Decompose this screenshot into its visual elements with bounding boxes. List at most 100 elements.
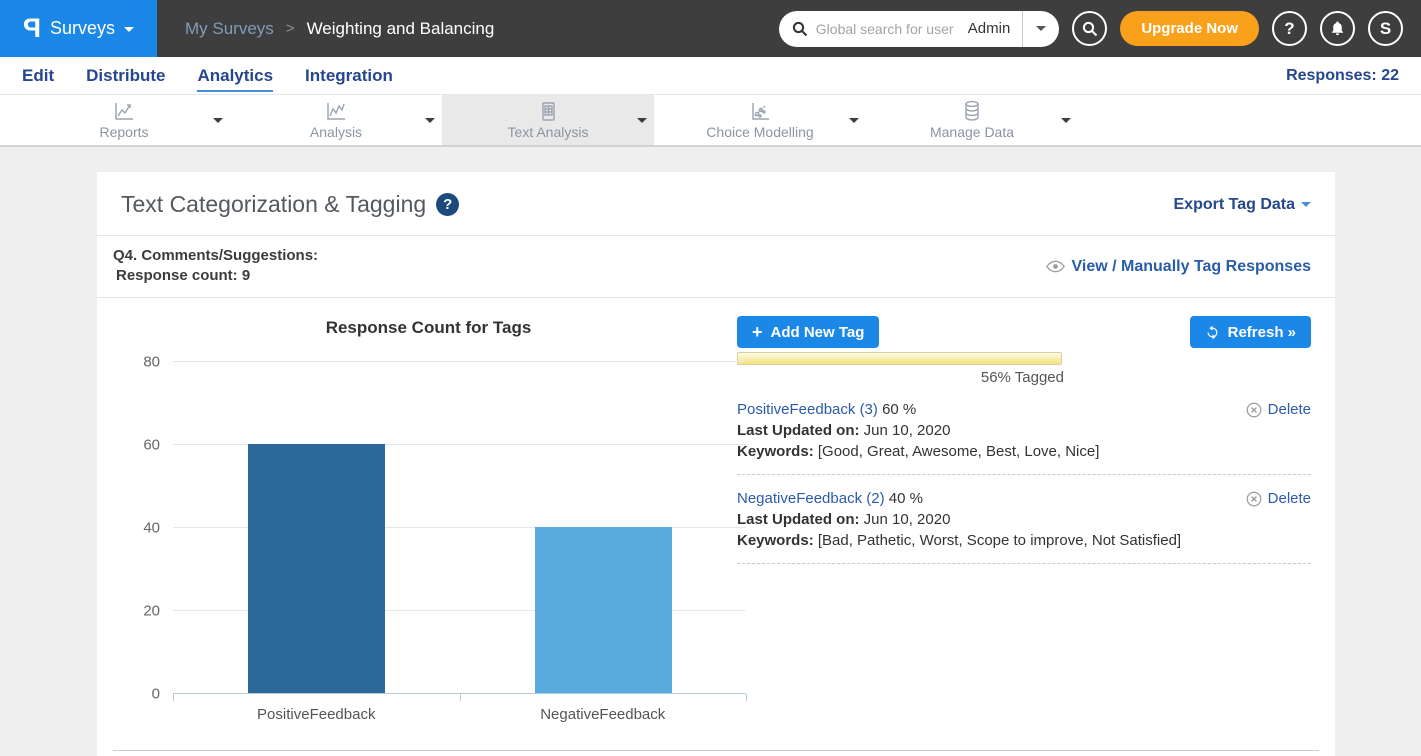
- keywords-value: [Good, Great, Awesome, Best, Love, Nice]: [818, 443, 1100, 460]
- divider: [113, 750, 1319, 751]
- search-icon: [792, 21, 808, 37]
- y-axis-tick-label: 20: [143, 603, 173, 620]
- tab-text-analysis[interactable]: Text Analysis: [442, 95, 654, 145]
- chevron-down-icon: [1036, 26, 1046, 36]
- x-axis-category-label: NegativeFeedback: [460, 706, 747, 723]
- refresh-icon: [1205, 325, 1220, 340]
- breadcrumb-parent[interactable]: My Surveys: [185, 19, 274, 39]
- breadcrumb-current: Weighting and Balancing: [307, 19, 495, 39]
- delete-label: Delete: [1268, 399, 1311, 420]
- export-tag-data-dropdown[interactable]: Export Tag Data: [1174, 196, 1312, 214]
- reports-chart-icon: [112, 101, 136, 122]
- user-avatar[interactable]: S: [1368, 11, 1403, 46]
- refresh-label: Refresh »: [1228, 324, 1296, 341]
- chart-title: Response Count for Tags: [120, 318, 737, 338]
- tab-analysis[interactable]: Analysis: [230, 95, 442, 145]
- delete-label: Delete: [1268, 488, 1311, 509]
- tab-label: Reports: [99, 124, 148, 140]
- keywords-value: [Bad, Pathetic, Worst, Scope to improve,…: [818, 532, 1181, 549]
- bell-icon: [1329, 20, 1346, 37]
- y-axis-tick-label: 0: [152, 686, 173, 703]
- divider: [737, 474, 1311, 475]
- view-manually-tag-label: View / Manually Tag Responses: [1072, 258, 1311, 276]
- chevron-down-icon[interactable]: [849, 118, 859, 128]
- last-updated-value: Jun 10, 2020: [864, 511, 951, 528]
- bar-positivefeedback[interactable]: [248, 444, 385, 693]
- plus-icon: +: [752, 323, 763, 341]
- questionpro-logo-icon: P: [23, 15, 41, 42]
- database-icon: [960, 100, 984, 122]
- tab-reports[interactable]: Reports: [18, 95, 230, 145]
- last-updated-value: Jun 10, 2020: [864, 422, 951, 439]
- search-input[interactable]: [816, 21, 964, 37]
- analysis-chart-icon: [324, 101, 348, 122]
- keywords-label: Keywords:: [737, 443, 814, 460]
- search-icon: [1082, 21, 1098, 37]
- product-menu[interactable]: P Surveys: [0, 0, 157, 57]
- add-new-tag-button[interactable]: + Add New Tag: [737, 316, 879, 348]
- keywords-label: Keywords:: [737, 532, 814, 549]
- tag-percent: 60 %: [882, 401, 916, 418]
- tag-percent: 40 %: [889, 490, 923, 507]
- gridline: [173, 361, 746, 362]
- chevron-down-icon[interactable]: [213, 118, 223, 128]
- analytics-subnav: Reports Analysis Text Analysis C: [0, 95, 1421, 147]
- help-button[interactable]: ?: [1272, 11, 1307, 46]
- chevron-down-icon[interactable]: [637, 118, 647, 128]
- upgrade-now-button[interactable]: Upgrade Now: [1120, 11, 1259, 46]
- tag-name-link[interactable]: NegativeFeedback (2): [737, 490, 885, 507]
- chevron-down-icon: [1301, 202, 1311, 212]
- tab-manage-data[interactable]: Manage Data: [866, 95, 1078, 145]
- add-new-tag-label: Add New Tag: [771, 324, 865, 341]
- tab-label: Text Analysis: [508, 124, 589, 140]
- text-analysis-icon: [537, 101, 559, 122]
- x-axis-tick: [746, 694, 747, 701]
- notifications-button[interactable]: [1320, 11, 1355, 46]
- bar-negativefeedback[interactable]: [535, 527, 672, 693]
- help-icon[interactable]: ?: [436, 193, 459, 216]
- search-scope-label[interactable]: Admin: [964, 20, 1023, 37]
- tab-label: Analysis: [310, 124, 362, 140]
- nav-item-analytics[interactable]: Analytics: [197, 60, 273, 92]
- nav-item-edit[interactable]: Edit: [22, 60, 54, 92]
- tag-row-positivefeedback: PositiveFeedback (3) 60 % Last Updated o…: [737, 399, 1311, 462]
- tag-actions: + Add New Tag Refresh »: [737, 316, 1311, 348]
- panel-header: Text Categorization & Tagging ? Export T…: [97, 172, 1335, 235]
- page-title: Text Categorization & Tagging: [121, 191, 426, 218]
- category-row: PositiveFeedbackNegativeFeedback: [173, 706, 746, 723]
- delete-tag-button[interactable]: Delete: [1246, 399, 1311, 420]
- nav-item-distribute[interactable]: Distribute: [86, 60, 165, 92]
- chart-section: Response Count for Tags 020406080 Positi…: [120, 308, 737, 723]
- divider: [737, 563, 1311, 564]
- tab-label: Manage Data: [930, 124, 1014, 140]
- question-summary: Q4. Comments/Suggestions: Response count…: [97, 236, 1335, 297]
- breadcrumb-separator: >: [286, 20, 295, 37]
- chevron-down-icon[interactable]: [1061, 118, 1071, 128]
- responses-count[interactable]: Responses: 22: [1286, 67, 1399, 85]
- x-axis-category-label: PositiveFeedback: [173, 706, 460, 723]
- product-menu-label: Surveys: [50, 18, 115, 39]
- last-updated-label: Last Updated on:: [737, 422, 860, 439]
- tag-section: + Add New Tag Refresh » 56% Tagged: [737, 308, 1311, 723]
- eye-icon: [1046, 260, 1065, 273]
- x-axis-tick: [460, 694, 461, 701]
- global-search: Admin: [779, 11, 1060, 47]
- breadcrumb: My Surveys > Weighting and Balancing: [185, 19, 494, 39]
- tag-row-negativefeedback: NegativeFeedback (2) 40 % Last Updated o…: [737, 488, 1311, 551]
- tab-choice-modelling[interactable]: Choice Modelling: [654, 95, 866, 145]
- nav-item-integration[interactable]: Integration: [305, 60, 393, 92]
- header-search-button[interactable]: [1072, 11, 1107, 46]
- delete-tag-button[interactable]: Delete: [1246, 488, 1311, 509]
- tagged-progress-fill: [738, 353, 1061, 364]
- chevron-down-icon[interactable]: [425, 118, 435, 128]
- search-scope-dropdown[interactable]: [1023, 21, 1059, 36]
- circle-x-icon: [1246, 402, 1262, 418]
- y-axis-tick-label: 80: [143, 354, 173, 371]
- y-axis-tick-label: 60: [143, 437, 173, 454]
- view-manually-tag-link[interactable]: View / Manually Tag Responses: [1046, 258, 1311, 276]
- x-axis-tick: [173, 694, 174, 701]
- tag-name-link[interactable]: PositiveFeedback (3): [737, 401, 878, 418]
- refresh-button[interactable]: Refresh »: [1190, 316, 1311, 348]
- export-tag-data-label: Export Tag Data: [1174, 196, 1296, 214]
- tagged-percent-label: 56% Tagged: [737, 369, 1064, 386]
